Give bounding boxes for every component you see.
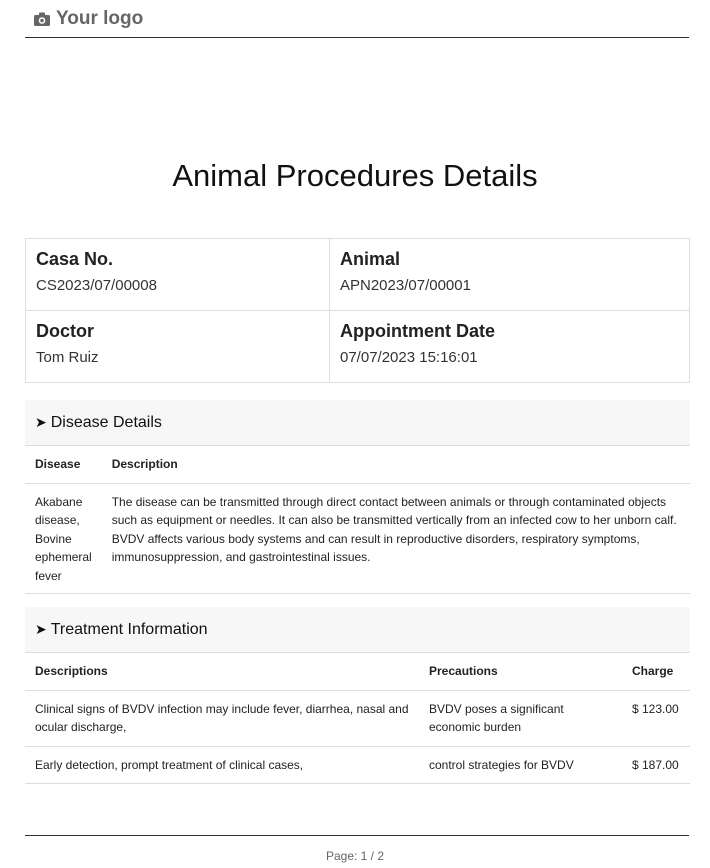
page-title: Animal Procedures Details [172,158,538,193]
precaution-cell: control strategies for BVDV [419,746,622,784]
camera-icon [34,12,50,26]
document-page: Your logo Animal Procedures Details Casa… [0,0,710,868]
casa-cell: Casa No. CS2023/07/00008 [26,239,330,311]
treatment-section-title: Treatment Information [50,620,208,638]
disease-table: Disease Description Akabane disease, Bov… [25,446,690,594]
animal-cell: Animal APN2023/07/00001 [330,239,689,311]
charge-cell: $ 187.00 [622,746,690,784]
doctor-cell: Doctor Tom Ruiz [26,311,330,383]
footer-divider [25,835,689,836]
table-row: Clinical signs of BVDV infection may inc… [25,690,690,747]
appointment-value: 07/07/2023 15:16:01 [340,349,478,366]
appointment-cell: Appointment Date 07/07/2023 15:16:01 [330,311,689,383]
disease-cell: Akabane disease, Bovine ephemeral fever [25,483,102,594]
arrow-right-icon: ➤ [35,621,47,637]
table-header-row: Disease Description [25,446,690,484]
column-header-descriptions: Descriptions [25,653,419,691]
page-header: Your logo [25,0,689,38]
logo-text: Your logo [56,7,144,29]
column-header-charge: Charge [622,653,690,691]
doctor-label: Doctor [36,321,94,341]
column-header-disease: Disease [25,446,102,484]
animal-value: APN2023/07/00001 [340,277,471,294]
doctor-value: Tom Ruiz [36,349,99,366]
table-header-row: Descriptions Precautions Charge [25,653,690,691]
description-cell: The disease can be transmitted through d… [101,483,690,594]
procedure-info-grid: Casa No. CS2023/07/00008 Animal APN2023/… [25,238,690,383]
treatment-description-cell: Early detection, prompt treatment of cli… [25,746,419,784]
page-number: Page: 1 / 2 [325,849,385,863]
precaution-cell: BVDV poses a significant economic burden [419,690,622,747]
treatment-section-header[interactable]: ➤ Treatment Information [25,607,690,653]
logo: Your logo [34,8,143,30]
disease-section-header[interactable]: ➤ Disease Details [25,400,690,446]
treatment-description-cell: Clinical signs of BVDV infection may inc… [25,690,419,747]
column-header-precautions: Precautions [419,653,622,691]
column-header-description: Description [101,446,690,484]
table-row: Akabane disease, Bovine ephemeral fever … [25,483,690,594]
appointment-label: Appointment Date [340,321,495,341]
arrow-right-icon: ➤ [35,414,47,430]
casa-value: CS2023/07/00008 [36,277,157,294]
casa-label: Casa No. [36,249,114,269]
treatment-table: Descriptions Precautions Charge Clinical… [25,653,690,784]
animal-label: Animal [340,249,401,269]
disease-section-title: Disease Details [50,413,162,431]
charge-cell: $ 123.00 [622,690,690,747]
table-row: Early detection, prompt treatment of cli… [25,746,690,784]
